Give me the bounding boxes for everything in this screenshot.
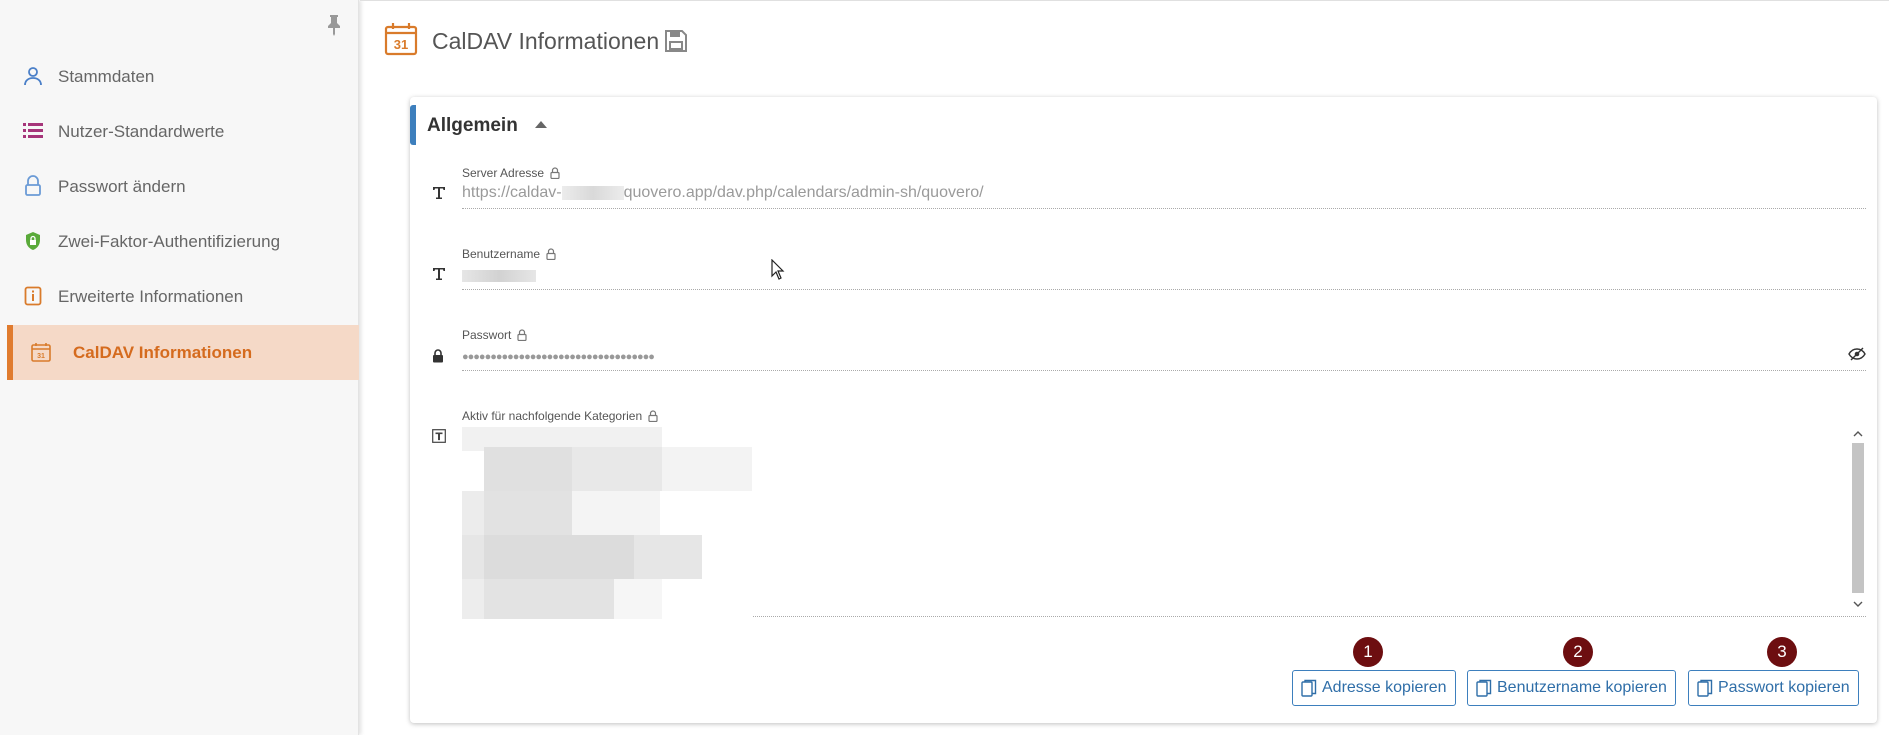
calendar-icon: 31 xyxy=(384,22,418,56)
sidebar-item-nutzer-standardwerte[interactable]: Nutzer-Standardwerte xyxy=(7,104,359,159)
field-underline xyxy=(462,289,1866,290)
password-field: Passwort ●●●●●●●●●●●●●●●●●●●●●●●●●●●●●●●… xyxy=(430,328,1866,376)
copy-address-button[interactable]: Adresse kopieren xyxy=(1292,670,1456,706)
info-icon xyxy=(22,285,44,307)
categories-field: Aktiv für nachfolgende Kategorien xyxy=(430,409,1866,619)
textarea-scrollbar[interactable] xyxy=(1850,427,1866,613)
sidebar-item-label: Nutzer-Standardwerte xyxy=(58,121,225,141)
server-address-field: Server Adresse https://caldav-quovero.ap… xyxy=(430,166,1866,214)
text-box-icon xyxy=(432,429,446,443)
server-address-value[interactable]: https://caldav-quovero.app/dav.php/calen… xyxy=(462,184,984,202)
calendar-icon: 31 xyxy=(30,341,52,363)
list-icon xyxy=(22,120,44,142)
lock-icon xyxy=(517,329,527,341)
sidebar-item-caldav-informationen[interactable]: 31 CalDAV Informationen xyxy=(7,325,359,380)
general-section-card: Allgemein Server Adresse https://caldav-… xyxy=(410,97,1877,723)
copy-username-button[interactable]: Benutzername kopieren xyxy=(1467,670,1676,706)
pin-icon[interactable] xyxy=(326,14,342,36)
password-label: Passwort xyxy=(462,328,527,342)
copy-icon xyxy=(1697,679,1713,697)
section-title[interactable]: Allgemein xyxy=(427,115,518,137)
step-badge-2: 2 xyxy=(1563,637,1593,667)
categories-textarea[interactable] xyxy=(462,427,1866,619)
categories-label: Aktiv für nachfolgende Kategorien xyxy=(462,409,658,423)
sidebar-item-label: Passwort ändern xyxy=(58,176,186,196)
sidebar-item-stammdaten[interactable]: Stammdaten xyxy=(7,49,359,104)
lock-icon xyxy=(546,248,556,260)
copy-icon xyxy=(1301,679,1317,697)
username-field: Benutzername xyxy=(430,247,1866,295)
redacted-content xyxy=(462,427,752,619)
lock-icon xyxy=(648,410,658,422)
mouse-cursor-icon xyxy=(771,258,785,281)
shield-lock-icon xyxy=(22,230,44,252)
field-underline xyxy=(462,208,1866,209)
username-label: Benutzername xyxy=(462,247,556,261)
collapse-caret-icon[interactable] xyxy=(535,121,547,128)
username-value[interactable] xyxy=(462,269,536,287)
step-badge-1: 1 xyxy=(1353,637,1383,667)
sidebar-item-passwort-aendern[interactable]: Passwort ändern xyxy=(7,159,359,214)
lock-icon xyxy=(22,175,44,197)
sidebar-item-label: Erweiterte Informationen xyxy=(58,286,244,306)
lock-icon xyxy=(432,349,446,363)
password-value[interactable]: ●●●●●●●●●●●●●●●●●●●●●●●●●●●●●●●●●● xyxy=(462,351,655,363)
copy-icon xyxy=(1476,679,1492,697)
sidebar-item-erweiterte-informationen[interactable]: Erweiterte Informationen xyxy=(7,269,359,324)
sidebar-item-zwei-faktor[interactable]: Zwei-Faktor-Authentifizierung xyxy=(7,214,359,269)
copy-password-button[interactable]: Passwort kopieren xyxy=(1688,670,1859,706)
text-type-icon xyxy=(432,267,446,281)
page-title: CalDAV Informationen xyxy=(432,28,660,54)
step-badge-3: 3 xyxy=(1767,637,1797,667)
section-accent-bar xyxy=(410,105,416,145)
redacted-text xyxy=(462,270,536,282)
calendar-day: 31 xyxy=(394,37,408,52)
sidebar-item-label: Stammdaten xyxy=(58,66,155,86)
field-underline xyxy=(462,370,1866,371)
top-divider xyxy=(360,0,1889,1)
redacted-text xyxy=(561,185,624,200)
save-icon[interactable] xyxy=(664,29,688,53)
eye-slash-icon[interactable] xyxy=(1848,347,1866,363)
sidebar-item-label: Zwei-Faktor-Authentifizierung xyxy=(58,231,281,251)
sidebar-item-label: CalDAV Informationen xyxy=(73,342,253,362)
svg-text:31: 31 xyxy=(37,353,45,360)
server-address-label: Server Adresse xyxy=(462,166,560,180)
sidebar: Stammdaten Nutzer-Standardwerte Passwort… xyxy=(0,0,359,735)
text-type-icon xyxy=(432,186,446,200)
lock-icon xyxy=(550,167,560,179)
user-icon xyxy=(22,65,44,87)
